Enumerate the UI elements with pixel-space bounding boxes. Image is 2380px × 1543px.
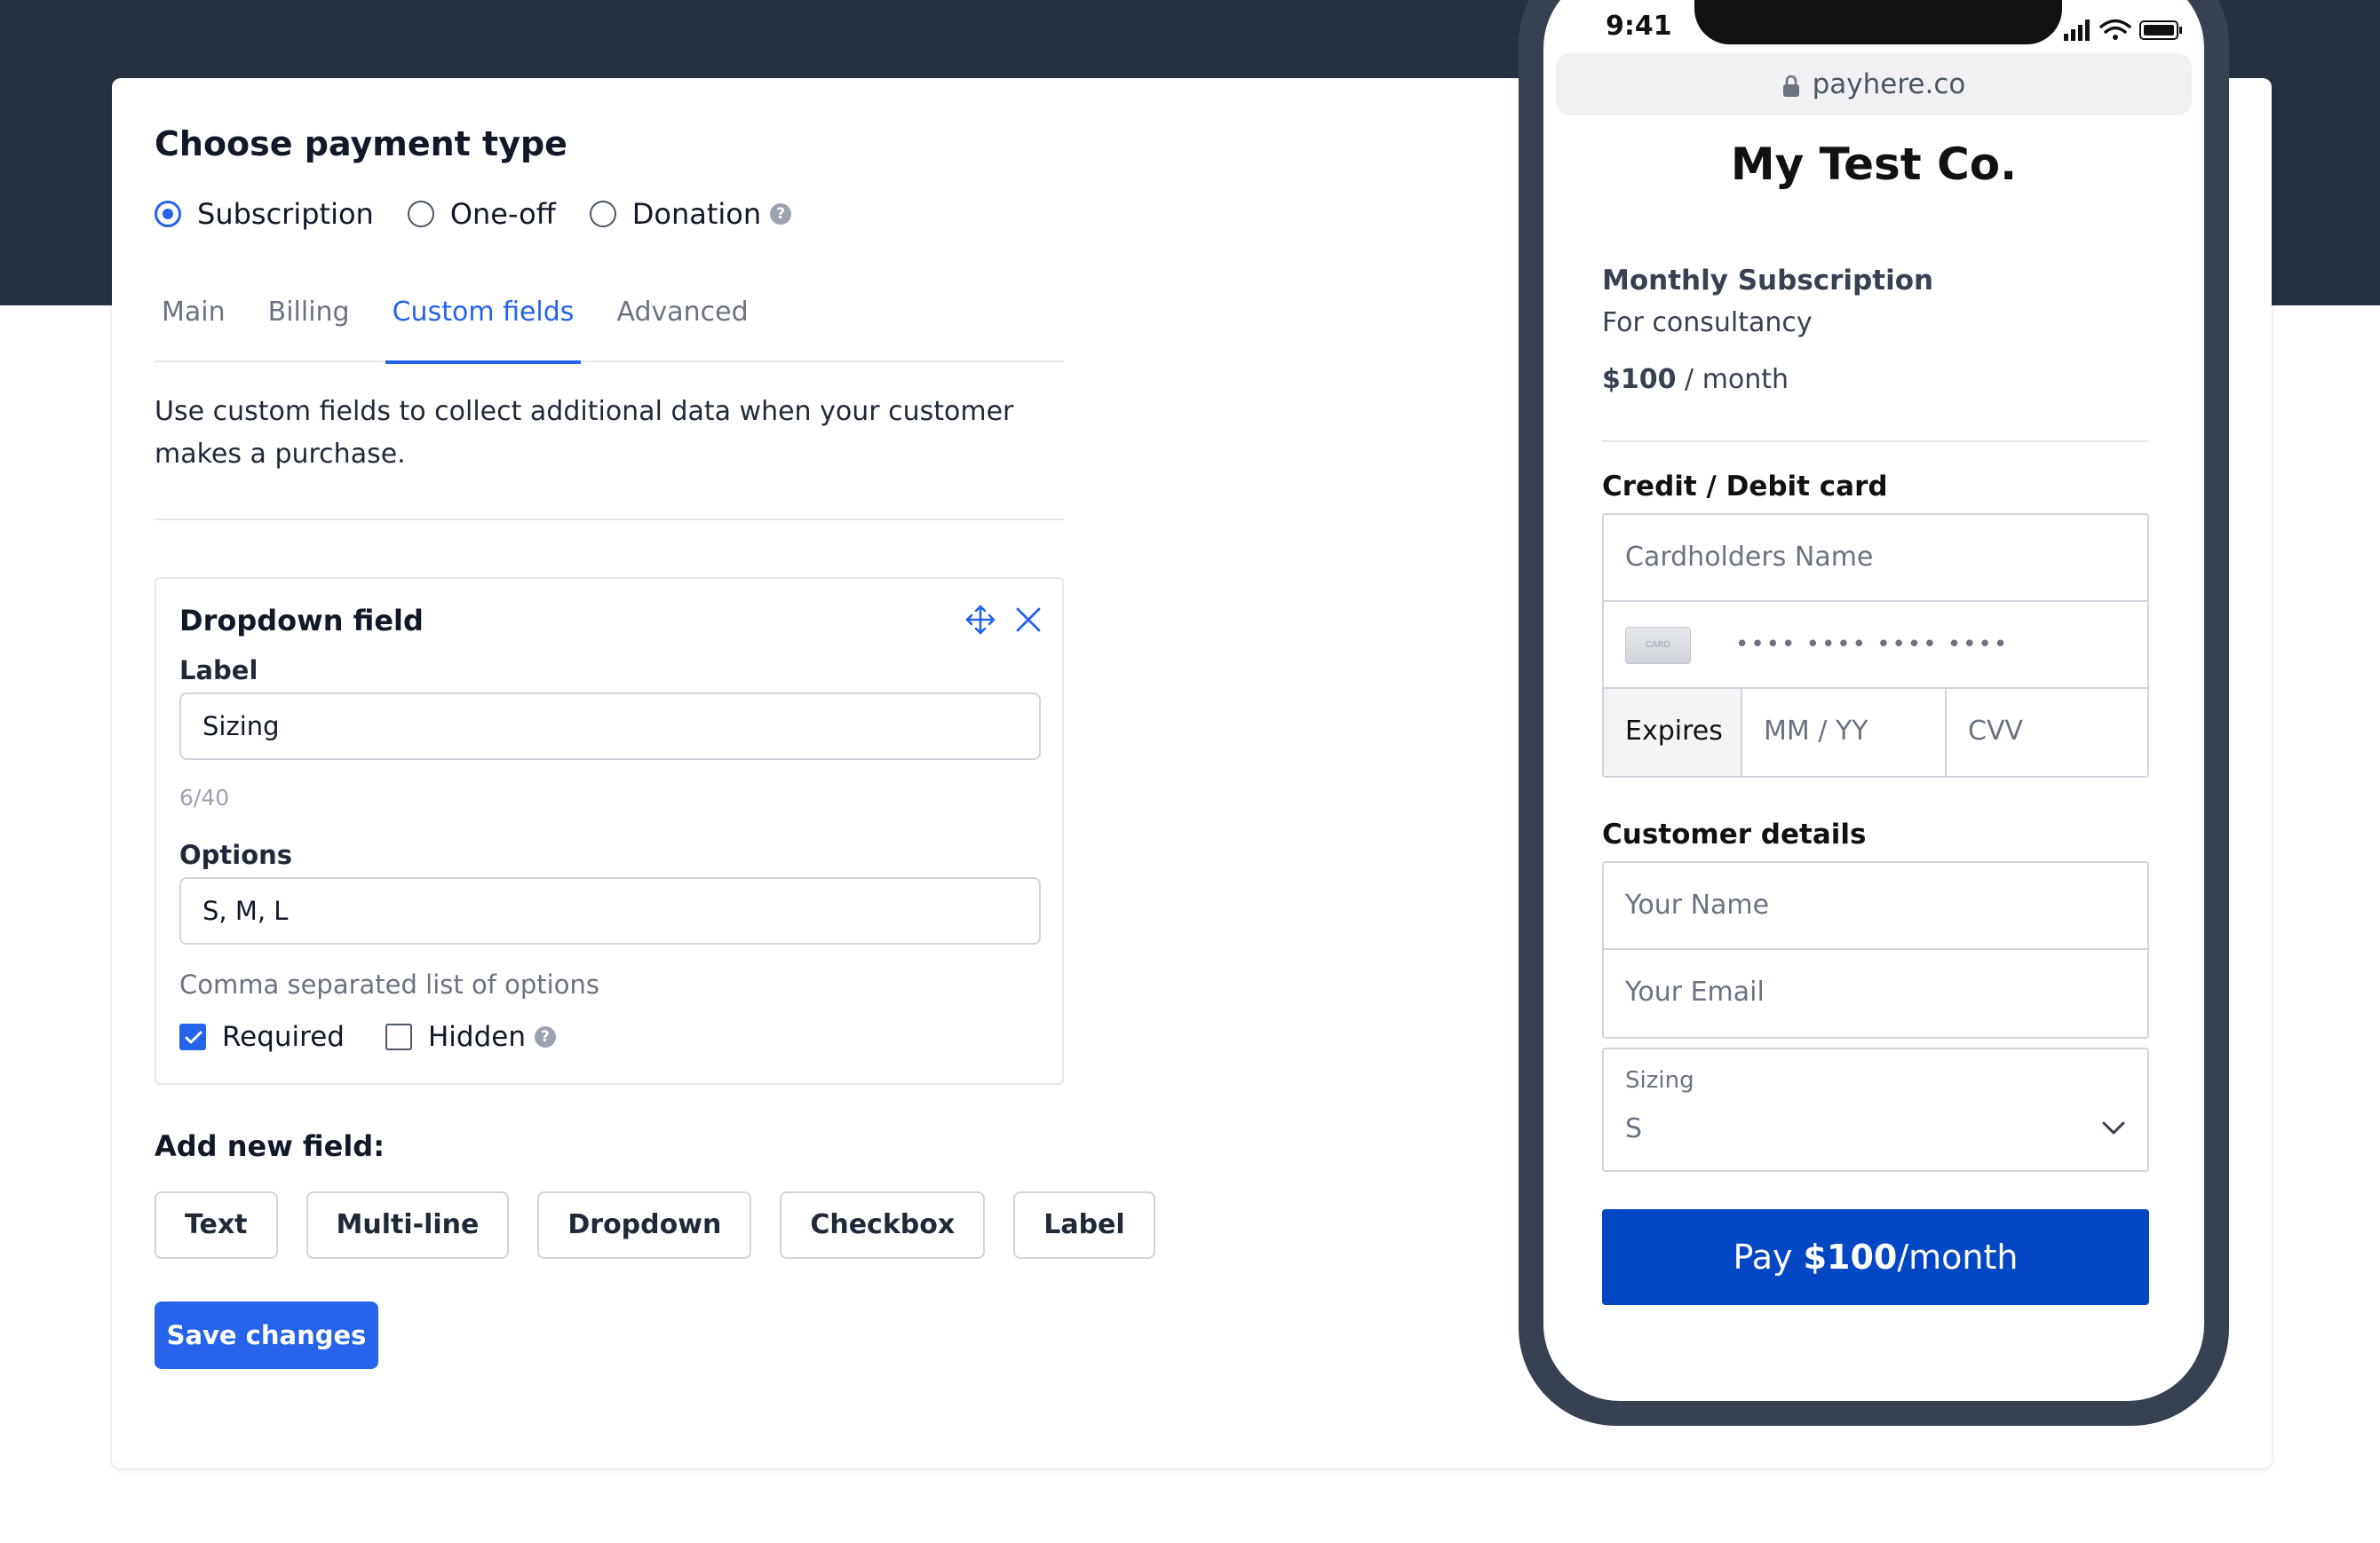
customer-form: Your Name Your Email: [1602, 861, 2149, 1039]
radio-donation[interactable]: Donation ?: [589, 197, 792, 231]
options-hint: Comma separated list of options: [179, 969, 599, 1000]
radio-one-off-label: One-off: [449, 197, 556, 231]
tab-billing[interactable]: Billing: [261, 284, 357, 362]
radio-one-off-indicator[interactable]: [407, 201, 434, 227]
add-dropdown-button[interactable]: Dropdown: [537, 1191, 752, 1259]
donation-help-icon[interactable]: ?: [770, 203, 792, 225]
customer-name-input[interactable]: Your Name: [1604, 863, 2147, 950]
card-form: Cardholders Name CARD •••• •••• •••• •••…: [1602, 513, 2149, 778]
check-icon: [185, 1031, 202, 1044]
customer-section-title: Customer details: [1602, 819, 1867, 851]
lock-icon: [1782, 75, 1799, 97]
label-char-counter: 6/40: [179, 785, 230, 811]
hidden-label: Hidden: [427, 1021, 526, 1053]
radio-subscription-indicator[interactable]: [155, 201, 181, 227]
options-input[interactable]: S, M, L: [179, 877, 1041, 945]
radio-donation-indicator[interactable]: [589, 201, 616, 227]
tab-advanced[interactable]: Advanced: [609, 284, 755, 362]
radio-subscription-label: Subscription: [197, 197, 374, 231]
sizing-select-value: S: [1625, 1113, 1643, 1144]
tab-custom-fields[interactable]: Custom fields: [385, 284, 582, 364]
dropdown-field-editor: Dropdown field Label Sizing 6/40 Options…: [155, 577, 1064, 1085]
browser-url-bar[interactable]: payhere.co: [1556, 53, 2192, 115]
wifi-icon: [2099, 19, 2131, 34]
company-name: My Test Co.: [1730, 138, 2018, 190]
pay-suffix: /month: [1897, 1238, 2019, 1277]
sizing-select-label: Sizing: [1625, 1067, 1694, 1094]
phone-screen: 9:41 payhere.co My Test Co. Monthly Subs…: [1543, 0, 2204, 1401]
required-label: Required: [222, 1021, 345, 1053]
card-icon: CARD: [1625, 627, 1691, 664]
add-label-button[interactable]: Label: [1013, 1191, 1155, 1259]
status-bar-icons: [2064, 19, 2182, 41]
phone-preview: 9:41 payhere.co My Test Co. Monthly Subs…: [1519, 0, 2229, 1426]
close-icon[interactable]: [1014, 605, 1043, 634]
browser-url-text: payhere.co: [1812, 68, 1966, 100]
hidden-checkbox[interactable]: Hidden ?: [385, 1021, 556, 1053]
radio-one-off[interactable]: One-off: [407, 197, 556, 231]
status-bar-time: 9:41: [1606, 11, 1672, 42]
add-field-buttons: Text Multi-line Dropdown Checkbox Label: [155, 1191, 1184, 1259]
card-expiry-row: Expires MM / YY CVV: [1604, 689, 2147, 776]
phone-notch: [1694, 0, 2062, 44]
hidden-checkbox-box[interactable]: [385, 1024, 412, 1050]
payment-type-title: Choose payment type: [155, 124, 567, 163]
required-checkbox[interactable]: Required: [179, 1021, 345, 1053]
customer-email-input[interactable]: Your Email: [1604, 950, 2147, 1037]
field-flags: Required Hidden ?: [179, 1021, 597, 1053]
add-checkbox-button[interactable]: Checkbox: [780, 1191, 986, 1259]
price-period: / month: [1685, 364, 1789, 395]
expires-label: Expires: [1604, 689, 1742, 776]
options-caption: Options: [179, 840, 293, 870]
label-caption: Label: [179, 655, 258, 685]
product-name: Monthly Subscription: [1602, 265, 1934, 297]
battery-icon: [2139, 20, 2182, 40]
price-amount: $100: [1602, 364, 1677, 395]
sizing-select[interactable]: Sizing S: [1602, 1048, 2149, 1172]
pay-button[interactable]: Pay $100/month: [1602, 1209, 2149, 1305]
label-input[interactable]: Sizing: [179, 692, 1041, 760]
hidden-help-icon[interactable]: ?: [534, 1026, 556, 1048]
divider: [155, 518, 1064, 520]
product-description: For consultancy: [1602, 307, 1813, 338]
radio-subscription[interactable]: Subscription: [155, 197, 374, 231]
add-text-button[interactable]: Text: [155, 1191, 278, 1259]
tab-main[interactable]: Main: [155, 284, 233, 362]
cvv-input[interactable]: CVV: [1947, 689, 2147, 776]
payment-type-radio-group: Subscription One-off Donation ?: [155, 197, 825, 231]
pay-amount: $100: [1803, 1238, 1898, 1277]
expiry-input[interactable]: MM / YY: [1742, 689, 1947, 776]
radio-donation-label: Donation: [631, 197, 762, 231]
card-number-placeholder: •••• •••• •••• ••••: [1735, 631, 2010, 658]
dropdown-field-title: Dropdown field: [179, 604, 424, 637]
required-checkbox-box[interactable]: [179, 1024, 206, 1050]
add-multi-line-button[interactable]: Multi-line: [305, 1191, 510, 1259]
settings-tabs: Main Billing Custom fields Advanced: [155, 284, 1064, 364]
pay-prefix: Pay: [1733, 1238, 1793, 1277]
phone-divider: [1602, 440, 2149, 442]
add-new-field-title: Add new field:: [155, 1129, 385, 1163]
save-changes-button[interactable]: Save changes: [155, 1302, 378, 1369]
chevron-down-icon: [2102, 1121, 2125, 1135]
cardholder-name-input[interactable]: Cardholders Name: [1604, 515, 2147, 602]
custom-fields-description: Use custom fields to collect additional …: [155, 396, 1014, 470]
product-price: $100 / month: [1602, 364, 1789, 395]
card-number-input[interactable]: CARD •••• •••• •••• ••••: [1604, 602, 2147, 689]
move-icon[interactable]: [964, 604, 996, 636]
card-section-title: Credit / Debit card: [1602, 471, 1888, 502]
signal-icon: [2064, 20, 2090, 41]
